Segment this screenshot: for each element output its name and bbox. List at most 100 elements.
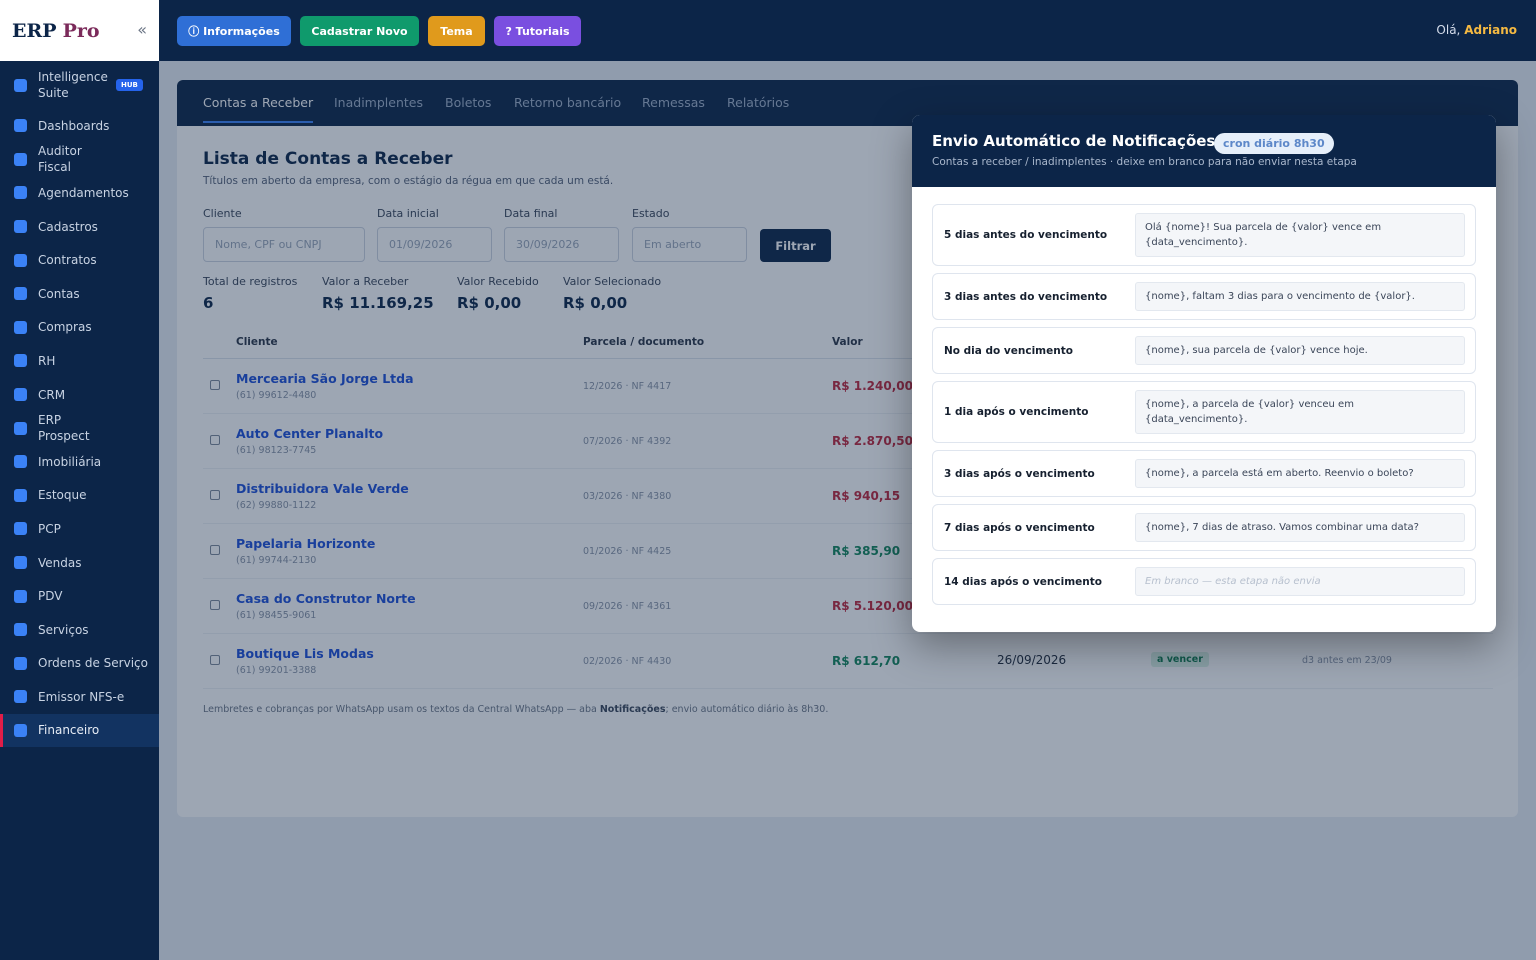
sidebar-item-imobiliaria[interactable]: Imobiliária bbox=[0, 445, 159, 479]
sidebar-item-label: CRM bbox=[38, 387, 66, 402]
sidebar-item-label: Serviços bbox=[38, 622, 89, 637]
sidebar-item-label: Contratos bbox=[38, 253, 97, 268]
sidebar-item-auditor-fiscal[interactable]: Auditor Fiscal bbox=[0, 143, 159, 177]
topbar: ⓘ Informações Cadastrar Novo Tema ? Tuto… bbox=[159, 0, 1536, 61]
sidebar-item-compras[interactable]: Compras bbox=[0, 311, 159, 345]
modal-header: Envio Automático de Notificações cron di… bbox=[912, 115, 1496, 187]
sidebar-item-label: Financeiro bbox=[38, 723, 100, 738]
hub-badge: HUB bbox=[116, 79, 143, 91]
tutoriais-button[interactable]: ? Tutoriais bbox=[494, 16, 581, 46]
sidebar-item-label: Dashboards bbox=[38, 118, 110, 133]
brand-logo: ERP Pro « bbox=[0, 0, 159, 61]
stage-message-input[interactable]: Em branco — esta etapa não envia bbox=[1135, 567, 1465, 596]
sidebar-item-label: ERP Prospect bbox=[38, 413, 90, 444]
stage-message-input[interactable]: {nome}, 7 dias de atraso. Vamos combinar… bbox=[1135, 513, 1465, 542]
stage-message-input[interactable]: {nome}, a parcela de {valor} venceu em {… bbox=[1135, 390, 1465, 434]
sidebar-item-label: Emissor NFS-e bbox=[38, 689, 125, 704]
module-icon bbox=[14, 152, 27, 166]
sidebar-item-emissor-nfse[interactable]: Emissor NFS-e bbox=[0, 680, 159, 714]
stage-row-7-apos: 7 dias após o vencimento {nome}, 7 dias … bbox=[932, 504, 1476, 551]
stage-row-3-antes: 3 dias antes do vencimento {nome}, falta… bbox=[932, 273, 1476, 320]
sidebar-item-label: RH bbox=[38, 353, 56, 368]
stage-row-no-dia: No dia do vencimento {nome}, sua parcela… bbox=[932, 327, 1476, 374]
sidebar-item-servicos[interactable]: Serviços bbox=[0, 613, 159, 647]
sidebar-item-crm[interactable]: CRM bbox=[0, 378, 159, 412]
modal-subtitle: Contas a receber / inadimplentes · deixe… bbox=[932, 156, 1357, 168]
sidebar: ERP Pro « Intelligence Suite HUB Dashboar… bbox=[0, 0, 159, 960]
stage-row-14-apos: 14 dias após o vencimento Em branco — es… bbox=[932, 558, 1476, 605]
greeting-text: Olá, bbox=[1436, 23, 1461, 37]
sidebar-item-financeiro[interactable]: Financeiro bbox=[0, 713, 159, 748]
sidebar-item-pdv[interactable]: PDV bbox=[0, 579, 159, 613]
stage-label: 1 dia após o vencimento bbox=[944, 406, 1089, 418]
module-icon bbox=[14, 253, 27, 267]
module-icon bbox=[14, 690, 27, 704]
sidebar-item-label: Auditor Fiscal bbox=[38, 144, 82, 175]
stage-label: 3 dias após o vencimento bbox=[944, 467, 1095, 480]
sidebar-nav: Intelligence Suite HUB Dashboards Auditor… bbox=[0, 61, 159, 748]
module-icon bbox=[14, 354, 27, 368]
sidebar-item-agendamentos[interactable]: Agendamentos bbox=[0, 176, 159, 210]
module-icon bbox=[14, 556, 27, 570]
collapse-sidebar-icon[interactable]: « bbox=[137, 20, 147, 39]
sidebar-item-estoque[interactable]: Estoque bbox=[0, 479, 159, 513]
module-icon bbox=[14, 220, 27, 234]
notification-modal: Envio Automático de Notificações cron di… bbox=[912, 115, 1496, 632]
cadastrar-novo-button[interactable]: Cadastrar Novo bbox=[300, 16, 419, 46]
module-icon bbox=[14, 421, 27, 435]
sidebar-item-rh[interactable]: RH bbox=[0, 344, 159, 378]
stage-row-1-apos: 1 dia após o vencimento {nome}, a parcel… bbox=[932, 381, 1476, 443]
stage-row-5-antes: 5 dias antes do vencimento Olá {nome}! S… bbox=[932, 204, 1476, 266]
tema-button[interactable]: Tema bbox=[428, 16, 485, 46]
stage-message-input[interactable]: {nome}, a parcela está em aberto. Reenvi… bbox=[1135, 459, 1465, 488]
module-icon bbox=[14, 488, 27, 502]
user-greeting: Olá, Adriano bbox=[1436, 23, 1517, 37]
stage-message-input[interactable]: {nome}, sua parcela de {valor} vence hoj… bbox=[1135, 336, 1465, 365]
module-icon bbox=[14, 623, 27, 637]
sidebar-item-label: Compras bbox=[38, 320, 92, 335]
module-icon bbox=[14, 656, 27, 670]
sidebar-item-pcp[interactable]: PCP bbox=[0, 512, 159, 546]
user-name[interactable]: Adriano bbox=[1464, 23, 1517, 37]
cron-badge: cron diário 8h30 bbox=[1214, 133, 1334, 154]
sidebar-item-label: Cadastros bbox=[38, 219, 98, 234]
module-icon bbox=[14, 522, 27, 536]
brand-pro-text: Pro bbox=[62, 19, 100, 42]
sidebar-item-vendas[interactable]: Vendas bbox=[0, 546, 159, 580]
informacoes-button[interactable]: ⓘ Informações bbox=[177, 16, 291, 46]
module-icon bbox=[14, 119, 27, 133]
sidebar-item-ordens-de-servico[interactable]: Ordens de Serviço bbox=[0, 647, 159, 681]
sidebar-item-label: PCP bbox=[38, 521, 61, 536]
stage-message-input[interactable]: {nome}, faltam 3 dias para o vencimento … bbox=[1135, 282, 1465, 311]
brand-erp-text: ERP bbox=[12, 19, 57, 42]
sidebar-item-dashboards[interactable]: Dashboards bbox=[0, 109, 159, 143]
sidebar-item-contratos[interactable]: Contratos bbox=[0, 243, 159, 277]
sidebar-item-label: PDV bbox=[38, 589, 63, 604]
module-icon bbox=[14, 320, 27, 334]
module-icon bbox=[14, 388, 27, 402]
stage-label: 14 dias após o vencimento bbox=[944, 575, 1102, 588]
sidebar-item-erp-prospect[interactable]: ERP Prospect bbox=[0, 411, 159, 445]
sidebar-item-label: Agendamentos bbox=[38, 185, 129, 200]
stage-label: 7 dias após o vencimento bbox=[944, 521, 1095, 534]
stage-label: 5 dias antes do vencimento bbox=[944, 229, 1108, 241]
module-icon bbox=[14, 455, 27, 469]
modal-title: Envio Automático de Notificações bbox=[932, 132, 1216, 150]
sidebar-item-label: Imobiliária bbox=[38, 454, 102, 469]
sidebar-item-cadastros[interactable]: Cadastros bbox=[0, 210, 159, 244]
module-icon bbox=[14, 287, 27, 301]
sidebar-item-contas[interactable]: Contas bbox=[0, 277, 159, 311]
sidebar-item-label: Estoque bbox=[38, 488, 87, 503]
module-icon bbox=[14, 723, 27, 737]
module-icon bbox=[14, 78, 27, 92]
stage-row-3-apos: 3 dias após o vencimento {nome}, a parce… bbox=[932, 450, 1476, 497]
stage-label: No dia do vencimento bbox=[944, 344, 1073, 357]
sidebar-item-label: Contas bbox=[38, 286, 80, 301]
sidebar-item-label: Vendas bbox=[38, 555, 82, 570]
sidebar-item-label: Ordens de Serviço bbox=[38, 656, 148, 671]
sidebar-item-label: Intelligence Suite bbox=[38, 70, 108, 100]
module-icon bbox=[14, 589, 27, 603]
sidebar-item-intelligence-suite[interactable]: Intelligence Suite HUB bbox=[0, 61, 159, 109]
stage-label: 3 dias antes do vencimento bbox=[944, 290, 1108, 303]
stage-message-input[interactable]: Olá {nome}! Sua parcela de {valor} vence… bbox=[1135, 213, 1465, 257]
